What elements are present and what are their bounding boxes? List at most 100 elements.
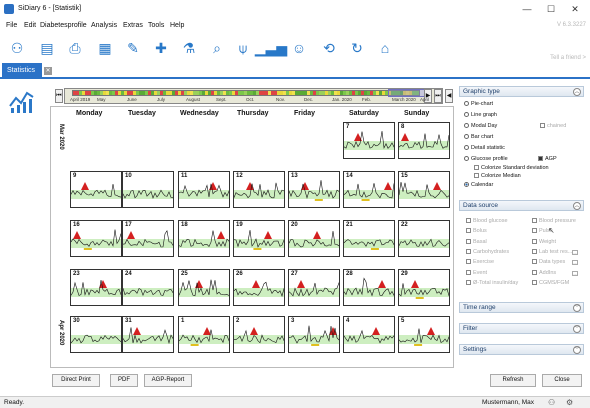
diary-icon[interactable]: ▦ (94, 38, 116, 58)
search-icon[interactable]: ⌕ (206, 38, 228, 58)
settings-header[interactable]: Settings ﹀ (459, 344, 584, 355)
agp-checkbox[interactable] (538, 156, 543, 162)
calendar-day-cell[interactable]: 9 (70, 171, 122, 208)
calendar-day-cell[interactable]: 27 (288, 269, 340, 306)
calendar-day-cell[interactable]: 8 (398, 122, 450, 159)
calendar-day-cell[interactable]: 29 (398, 269, 450, 306)
colorize-sd-checkbox[interactable] (474, 165, 479, 171)
calendar-day-cell[interactable]: 2 (233, 316, 285, 353)
more-options-button[interactable]: ... (572, 260, 578, 266)
collapse-icon[interactable]: ︿ (573, 88, 581, 96)
calendar-day-cell[interactable]: 5 (398, 316, 450, 353)
graphic-type-option[interactable]: Detail statistic (464, 145, 505, 151)
data-source-option[interactable]: Basal (466, 239, 487, 245)
data-source-option[interactable]: Weight (532, 239, 556, 245)
timeline-selection[interactable] (388, 89, 428, 97)
data-source-option[interactable]: Blood glucose (466, 218, 508, 224)
menu-file[interactable]: File (6, 22, 17, 29)
people-icon[interactable]: ⚇ (6, 38, 28, 58)
data-source-checkbox[interactable] (466, 248, 471, 254)
calendar-day-cell[interactable]: 22 (398, 220, 450, 257)
medication-icon[interactable]: ✚ (150, 38, 172, 58)
data-source-option[interactable]: Exercise (466, 259, 494, 265)
menu-help[interactable]: Help (170, 22, 184, 29)
data-source-checkbox[interactable] (532, 248, 537, 254)
menu-edit[interactable]: Edit (24, 22, 36, 29)
printer-icon[interactable]: ⎙ (64, 38, 86, 58)
tell-a-friend-link[interactable]: Tell a friend > (550, 55, 586, 61)
expand-icon[interactable]: ﹀ (573, 346, 581, 354)
graphic-type-option[interactable]: Line graph (464, 112, 497, 118)
calendar-day-cell[interactable]: 23 (70, 269, 122, 306)
radio-button[interactable] (464, 112, 469, 118)
chained-checkbox[interactable] (540, 123, 545, 129)
radio-button[interactable] (464, 145, 469, 151)
direct-print-button[interactable]: Direct Print (52, 374, 100, 387)
data-source-checkbox[interactable] (532, 228, 537, 234)
data-source-option[interactable]: Lab test res... (532, 249, 572, 255)
calendar-day-cell[interactable]: 28 (343, 269, 395, 306)
pen-icon[interactable]: ✎ (122, 38, 144, 58)
calendar-day-cell[interactable]: 4 (343, 316, 395, 353)
tab-statistics[interactable]: Statistics (2, 63, 42, 79)
calendar-day-cell[interactable]: 14 (343, 171, 395, 208)
more-options-button[interactable]: ... (572, 249, 578, 255)
colorize-sd-row[interactable]: Colorize Standard deviation (474, 165, 549, 171)
pdf-button[interactable]: PDF (110, 374, 138, 387)
calendar-day-cell[interactable]: 1 (178, 316, 230, 353)
calendar-day-cell[interactable]: 31 (122, 316, 174, 353)
calendar-day-cell[interactable]: 20 (288, 220, 340, 257)
graphic-type-header[interactable]: Graphic type ︿ (459, 86, 584, 97)
data-source-option[interactable]: AddIns (532, 270, 556, 276)
chained-checkbox-row[interactable]: chained (540, 123, 566, 129)
data-source-checkbox[interactable] (466, 279, 471, 285)
timeline-prev-button[interactable]: ◀ (445, 89, 453, 103)
calendar-day-cell[interactable]: 15 (398, 171, 450, 208)
calendar-day-cell[interactable]: 12 (233, 171, 285, 208)
data-source-option[interactable]: Ø-Total insulin/day (466, 280, 518, 286)
calendar-day-cell[interactable]: 16 (70, 220, 122, 257)
data-source-checkbox[interactable] (532, 238, 537, 244)
timeline-last-button[interactable]: ⏭ (434, 89, 442, 103)
calendar-day-cell[interactable]: 13 (288, 171, 340, 208)
calendar-day-cell[interactable]: 11 (178, 171, 230, 208)
data-source-option[interactable]: Bolus (466, 228, 487, 234)
calendar-day-cell[interactable]: 17 (122, 220, 174, 257)
radio-button[interactable] (464, 123, 469, 129)
agp-checkbox-row[interactable]: AGP (538, 156, 557, 162)
data-source-option[interactable]: Data types (532, 259, 565, 265)
graphic-type-option[interactable]: Pie-chart (464, 101, 493, 107)
id-card-icon[interactable]: ▤ (36, 38, 58, 58)
timeline-first-button[interactable]: ⏮ (55, 89, 63, 103)
food-icon[interactable]: ⍦ (232, 38, 254, 58)
filter-header[interactable]: Filter ﹀ (459, 323, 584, 334)
data-source-option[interactable]: Blood pressure (532, 218, 576, 224)
lab-flask-icon[interactable]: ⚗ (178, 38, 200, 58)
data-source-checkbox[interactable] (532, 279, 537, 285)
graphic-type-option[interactable]: Calendar (464, 182, 493, 188)
calendar-day-cell[interactable]: 26 (233, 269, 285, 306)
data-source-checkbox[interactable] (466, 238, 471, 244)
radio-button[interactable] (464, 182, 469, 188)
data-source-checkbox[interactable] (466, 218, 471, 224)
minimize-button[interactable]: — (516, 2, 538, 16)
calendar-day-cell[interactable]: 24 (122, 269, 174, 306)
colorize-median-checkbox[interactable] (474, 173, 479, 179)
data-source-checkbox[interactable] (532, 218, 537, 224)
data-source-checkbox[interactable] (466, 259, 471, 265)
calendar-day-cell[interactable]: 3 (288, 316, 340, 353)
menu-extras[interactable]: Extras (123, 22, 143, 29)
refresh-button[interactable]: Refresh (490, 374, 536, 387)
agp-report-button[interactable]: AGP-Report (144, 374, 192, 387)
teleconsult-icon[interactable]: ⌂ (374, 38, 396, 58)
data-source-option[interactable]: Event (466, 270, 487, 276)
calendar-day-cell[interactable]: 25 (178, 269, 230, 306)
close-button[interactable]: Close (542, 374, 582, 387)
calendar-day-cell[interactable]: 19 (233, 220, 285, 257)
smiley-icon[interactable]: ☺ (288, 38, 310, 58)
radio-button[interactable] (464, 101, 469, 107)
menu-diabetesprofile[interactable]: Diabetesprofile (40, 22, 87, 29)
time-range-header[interactable]: Time range ﹀ (459, 302, 584, 313)
calendar-day-cell[interactable]: 7 (343, 122, 395, 159)
radio-button[interactable] (464, 134, 469, 140)
